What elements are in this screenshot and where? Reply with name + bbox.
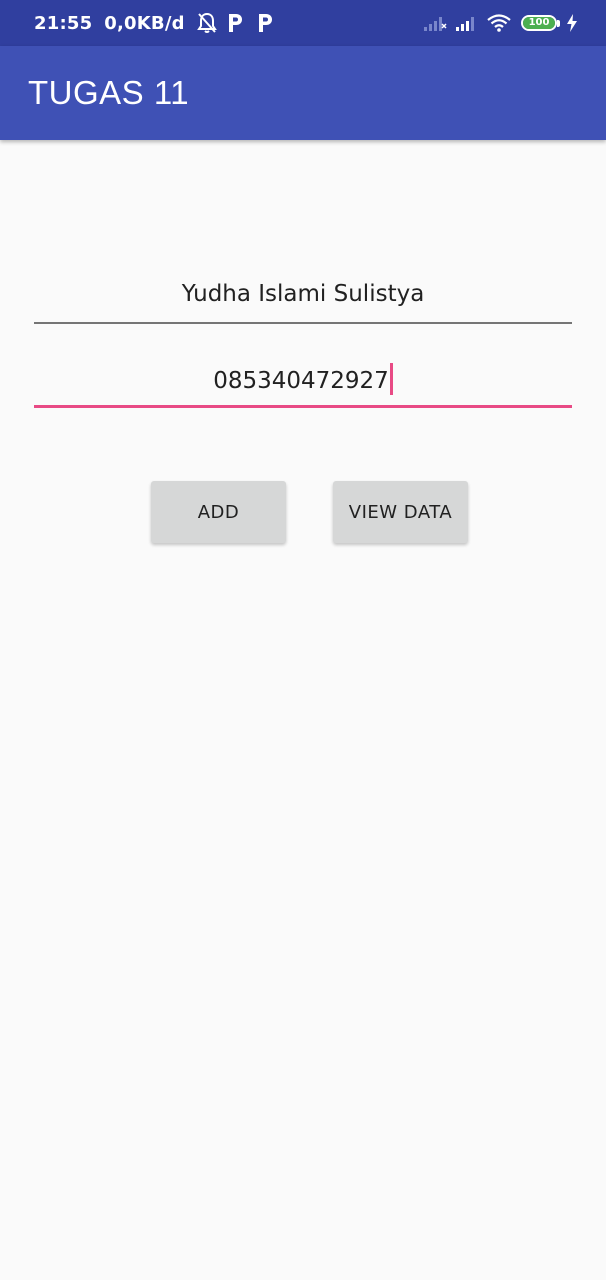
wifi-icon xyxy=(487,14,511,32)
name-input-value: Yudha Islami Sulistya xyxy=(181,281,425,307)
signal-no-service-icon xyxy=(423,14,447,32)
app-title: TUGAS 11 xyxy=(28,74,190,111)
charging-bolt-icon xyxy=(566,14,578,32)
parking-p-icon xyxy=(227,13,243,33)
app-bar: TUGAS 11 xyxy=(0,46,606,140)
status-time: 21:55 xyxy=(34,12,93,34)
battery-icon: 100 xyxy=(521,15,557,31)
name-input[interactable]: Yudha Islami Sulistya xyxy=(34,262,572,324)
status-bar: 21:55 0,0KB/d 100 xyxy=(0,0,606,46)
battery-tip xyxy=(557,19,560,27)
battery-level: 100 xyxy=(528,17,550,28)
parking-p-icon xyxy=(257,13,273,33)
bell-off-icon xyxy=(196,12,217,34)
text-cursor xyxy=(389,363,393,395)
phone-input-value: 085340472927 xyxy=(213,363,393,396)
phone-input[interactable]: 085340472927 xyxy=(34,346,572,408)
add-button[interactable]: ADD xyxy=(151,481,286,543)
signal-icon xyxy=(455,14,477,32)
phone-input-text: 085340472927 xyxy=(213,368,389,394)
status-bar-right: 100 xyxy=(417,14,578,32)
view-data-button[interactable]: VIEW DATA xyxy=(333,481,468,543)
status-bar-left: 21:55 0,0KB/d xyxy=(34,12,273,34)
network-speed: 0,0KB/d xyxy=(104,12,185,34)
